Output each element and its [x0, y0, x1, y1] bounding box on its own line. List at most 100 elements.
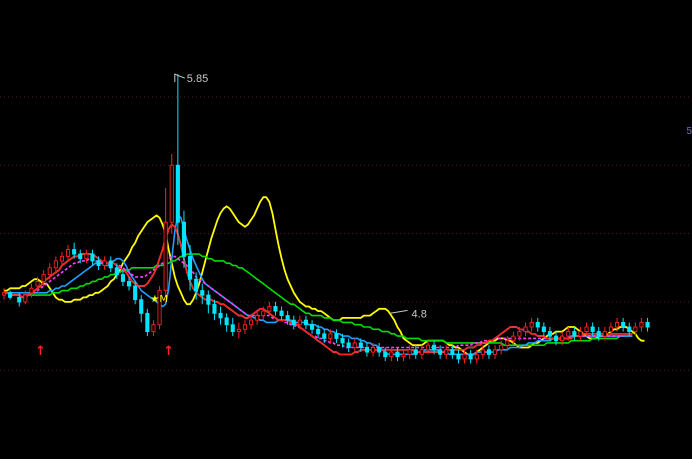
candle-body	[578, 331, 583, 337]
candle-body	[175, 164, 180, 223]
candle-body	[65, 249, 71, 257]
signal-markers: ↑↑↑↑↑↑↑↑◆R◆R◆R★M★M	[35, 294, 174, 359]
candle-body	[53, 260, 58, 269]
candle-body	[554, 335, 559, 342]
candle-body	[291, 319, 296, 326]
candle-body	[511, 335, 516, 342]
candle-body	[248, 319, 254, 326]
candle-body	[236, 328, 241, 333]
candle-body	[627, 326, 632, 333]
candle-body	[493, 349, 498, 355]
candle-body	[102, 260, 107, 266]
signal-arrow: ↑	[163, 344, 174, 359]
signal-m-label: ★M	[150, 294, 168, 305]
axis-edge-label: 5	[686, 126, 692, 137]
candle-body	[608, 326, 613, 333]
candle-body	[535, 321, 540, 328]
candle-body	[169, 164, 174, 223]
candle-body	[78, 253, 83, 260]
candle-body	[163, 221, 168, 292]
candle-body	[41, 274, 46, 282]
candle-body	[639, 321, 644, 328]
candles	[1, 74, 650, 364]
candle-body	[316, 328, 321, 335]
candle-body	[23, 294, 28, 303]
candle-body	[474, 353, 479, 360]
candle-body	[529, 321, 534, 328]
candle-body	[389, 351, 394, 358]
annotation-leader	[174, 73, 185, 83]
candle-body	[340, 337, 345, 344]
candle-body	[346, 342, 351, 348]
candle-body	[255, 315, 260, 321]
candle-body	[395, 351, 400, 358]
candle-body	[456, 353, 461, 360]
candle-body	[126, 280, 132, 287]
candle-body	[96, 260, 101, 266]
candle-body	[151, 324, 156, 333]
candle-body	[444, 349, 449, 355]
candle-body	[401, 353, 406, 358]
candle-body	[480, 349, 485, 355]
candle-body	[322, 333, 327, 339]
candle-body	[383, 351, 388, 358]
candle-body	[90, 253, 95, 262]
annotation-low: 4.8	[412, 308, 427, 320]
candle-body	[364, 347, 370, 353]
candle-body	[566, 331, 571, 337]
candle-body	[120, 274, 125, 282]
candle-body	[371, 347, 376, 353]
candle-body	[645, 321, 650, 328]
candle-body	[633, 326, 638, 333]
candle-body	[145, 312, 150, 333]
candle-body	[523, 326, 528, 333]
annotation-high: 5.85	[187, 73, 208, 85]
candle-body	[17, 296, 22, 303]
candle-body	[615, 321, 620, 328]
candle-body	[139, 299, 144, 314]
candle-body	[273, 306, 278, 312]
candle-body	[517, 331, 522, 337]
candle-body	[35, 280, 40, 287]
candle-body	[84, 253, 89, 260]
candle-body	[425, 344, 431, 351]
candle-body	[468, 353, 473, 360]
candle-body	[450, 349, 455, 355]
candle-body	[310, 324, 315, 330]
candle-body	[407, 349, 412, 355]
candle-body	[218, 312, 223, 319]
candle-body	[267, 306, 272, 312]
candle-body	[358, 342, 363, 348]
candle-body	[59, 255, 64, 262]
candle-body	[261, 310, 266, 317]
candle-body	[194, 278, 199, 292]
candle-body	[572, 331, 577, 337]
candle-body	[72, 249, 77, 255]
candle-body	[114, 267, 119, 276]
candle-body	[200, 290, 205, 296]
candle-body	[279, 310, 284, 317]
candle-body	[413, 349, 418, 355]
candle-body	[29, 287, 34, 294]
candle-body	[108, 260, 113, 269]
candle-body	[206, 294, 211, 305]
candle-body	[212, 303, 217, 314]
candle-body	[499, 344, 504, 351]
candle-body	[462, 353, 467, 360]
candle-body	[8, 292, 13, 298]
annotation-leader	[389, 309, 408, 314]
candle-body	[285, 315, 290, 321]
candle-body	[224, 317, 229, 326]
candle-body	[432, 344, 437, 351]
candle-body	[377, 347, 382, 353]
candle-body	[590, 326, 595, 333]
candle-body	[547, 331, 552, 337]
candle-body	[602, 331, 607, 337]
price-chart: ↑↑↑↑↑↑↑↑◆R◆R◆R★M★M 5.85 4.8	[0, 73, 692, 371]
candle-body	[334, 333, 339, 339]
candle-body	[133, 285, 138, 301]
candle-body	[242, 324, 248, 330]
candle-body	[1, 292, 7, 296]
candle-body	[560, 335, 565, 342]
candle-body	[181, 221, 187, 257]
